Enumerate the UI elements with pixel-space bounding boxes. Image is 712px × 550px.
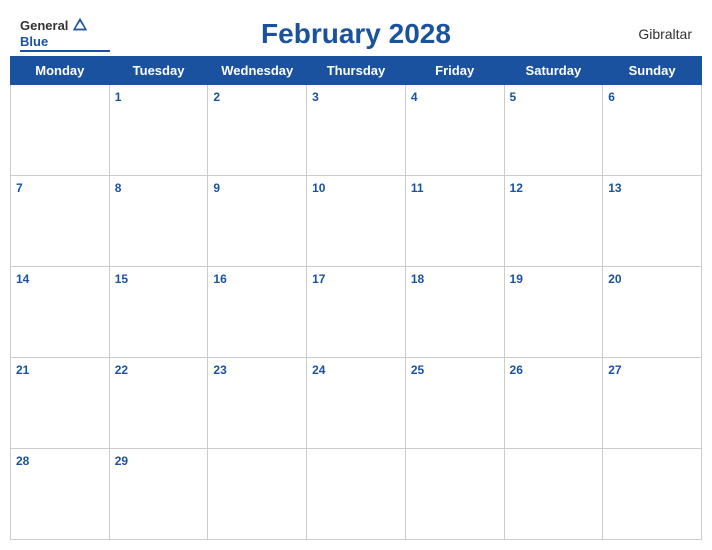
calendar-cell: 17 (307, 267, 406, 358)
day-number: 12 (510, 181, 523, 195)
calendar-table: MondayTuesdayWednesdayThursdayFridaySatu… (10, 56, 702, 540)
day-number: 13 (608, 181, 621, 195)
day-number: 23 (213, 363, 226, 377)
calendar-cell (208, 449, 307, 540)
calendar-cell (504, 449, 603, 540)
calendar-week-row: 7 8 9 10 11 12 13 (11, 176, 702, 267)
calendar-cell: 20 (603, 267, 702, 358)
logo-underline (20, 50, 110, 52)
day-number: 2 (213, 90, 220, 104)
day-number: 7 (16, 181, 23, 195)
calendar-cell: 27 (603, 358, 702, 449)
calendar-cell: 24 (307, 358, 406, 449)
day-number: 8 (115, 181, 122, 195)
day-number: 14 (16, 272, 29, 286)
calendar-cell: 7 (11, 176, 110, 267)
calendar-cell: 5 (504, 85, 603, 176)
region-label: Gibraltar (602, 26, 692, 42)
day-number: 4 (411, 90, 418, 104)
calendar-cell (11, 85, 110, 176)
weekday-header-thursday: Thursday (307, 57, 406, 85)
weekday-header-wednesday: Wednesday (208, 57, 307, 85)
calendar-cell: 9 (208, 176, 307, 267)
weekday-header-friday: Friday (405, 57, 504, 85)
day-number: 3 (312, 90, 319, 104)
calendar-cell: 15 (109, 267, 208, 358)
day-number: 6 (608, 90, 615, 104)
day-number: 10 (312, 181, 325, 195)
calendar-cell: 12 (504, 176, 603, 267)
day-number: 27 (608, 363, 621, 377)
weekday-header-saturday: Saturday (504, 57, 603, 85)
day-number: 21 (16, 363, 29, 377)
day-number: 11 (411, 181, 424, 195)
day-number: 18 (411, 272, 424, 286)
day-number: 20 (608, 272, 621, 286)
logo-blue-text: Blue (20, 34, 48, 49)
logo: General Blue (20, 16, 110, 52)
weekday-header-sunday: Sunday (603, 57, 702, 85)
calendar-cell (603, 449, 702, 540)
calendar-cell: 21 (11, 358, 110, 449)
calendar-cell (405, 449, 504, 540)
calendar-week-row: 21 22 23 24 25 26 27 (11, 358, 702, 449)
day-number: 26 (510, 363, 523, 377)
day-number: 24 (312, 363, 325, 377)
calendar-title: February 2028 (110, 18, 602, 50)
calendar-week-row: 28 29 (11, 449, 702, 540)
calendar-cell: 28 (11, 449, 110, 540)
day-number: 29 (115, 454, 128, 468)
calendar-cell: 6 (603, 85, 702, 176)
calendar-cell: 23 (208, 358, 307, 449)
calendar-week-row: 1 2 3 4 5 6 (11, 85, 702, 176)
calendar-cell: 26 (504, 358, 603, 449)
calendar-cell: 18 (405, 267, 504, 358)
day-number: 19 (510, 272, 523, 286)
calendar-cell: 29 (109, 449, 208, 540)
calendar-cell: 1 (109, 85, 208, 176)
weekday-header-tuesday: Tuesday (109, 57, 208, 85)
calendar-cell: 13 (603, 176, 702, 267)
weekday-header-row: MondayTuesdayWednesdayThursdayFridaySatu… (11, 57, 702, 85)
calendar-cell: 11 (405, 176, 504, 267)
calendar-cell: 16 (208, 267, 307, 358)
calendar-cell: 4 (405, 85, 504, 176)
logo-icon (71, 16, 89, 34)
calendar-header: General Blue February 2028 Gibraltar (10, 10, 702, 56)
calendar-cell: 19 (504, 267, 603, 358)
day-number: 9 (213, 181, 220, 195)
calendar-cell: 14 (11, 267, 110, 358)
day-number: 28 (16, 454, 29, 468)
calendar-cell: 3 (307, 85, 406, 176)
day-number: 16 (213, 272, 226, 286)
day-number: 15 (115, 272, 128, 286)
weekday-header-monday: Monday (11, 57, 110, 85)
calendar-cell: 25 (405, 358, 504, 449)
day-number: 17 (312, 272, 325, 286)
calendar-cell: 2 (208, 85, 307, 176)
calendar-cell: 8 (109, 176, 208, 267)
day-number: 22 (115, 363, 128, 377)
calendar-cell (307, 449, 406, 540)
day-number: 5 (510, 90, 517, 104)
logo-general-text: General (20, 18, 68, 33)
calendar-cell: 22 (109, 358, 208, 449)
day-number: 1 (115, 90, 122, 104)
day-number: 25 (411, 363, 424, 377)
calendar-week-row: 14 15 16 17 18 19 20 (11, 267, 702, 358)
calendar-cell: 10 (307, 176, 406, 267)
